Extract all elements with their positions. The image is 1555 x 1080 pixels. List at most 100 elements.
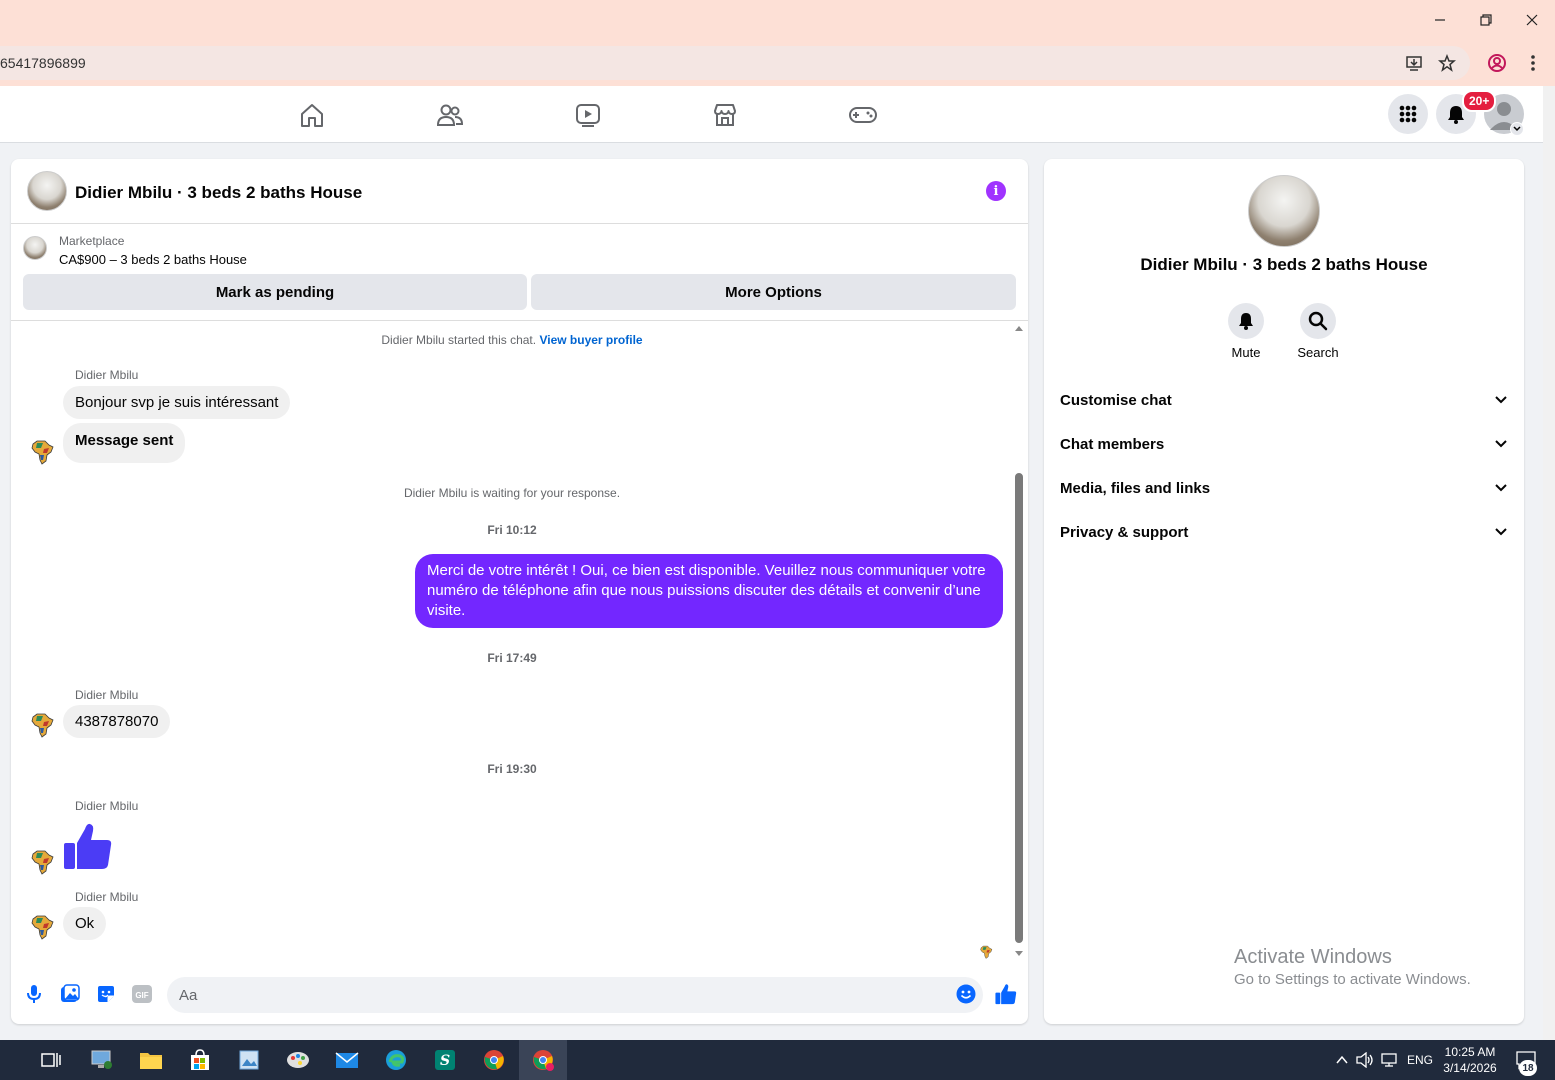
- close-icon[interactable]: [1522, 10, 1542, 30]
- profile-icon[interactable]: [1487, 53, 1507, 73]
- waiting-notice: Didier Mbilu is waiting for your respons…: [403, 486, 621, 500]
- incoming-message[interactable]: Bonjour svp je suis intéressant: [63, 386, 291, 419]
- scroll-down-arrow-icon[interactable]: [1015, 951, 1023, 957]
- listing-title[interactable]: CA$900 – 3 beds 2 baths House: [59, 252, 247, 267]
- mute-button[interactable]: Mute: [1211, 303, 1281, 360]
- sender-name: Didier Mbilu: [75, 688, 139, 702]
- privacy-support-section[interactable]: Privacy & support: [1060, 517, 1508, 547]
- sender-avatar[interactable]: [29, 849, 55, 875]
- computer-app-icon[interactable]: [88, 1046, 116, 1074]
- section-label: Customise chat: [1060, 391, 1172, 409]
- chat-members-section[interactable]: Chat members: [1060, 429, 1508, 459]
- thumbs-up-reaction-icon[interactable]: [63, 821, 113, 871]
- install-app-icon[interactable]: [1404, 53, 1424, 73]
- search-icon: [1300, 303, 1336, 339]
- chevron-down-icon: [1495, 440, 1507, 448]
- gaming-icon[interactable]: [838, 98, 888, 132]
- edge-browser-icon[interactable]: [382, 1046, 410, 1074]
- sender-avatar[interactable]: [29, 914, 55, 940]
- read-receipt-avatar: [980, 945, 993, 959]
- url-text[interactable]: 65417896899: [0, 55, 86, 71]
- browser-title-bar: [0, 0, 1555, 40]
- chat-started-notice: Didier Mbilu started this chat. View buy…: [11, 333, 1013, 347]
- view-buyer-profile-link[interactable]: View buyer profile: [539, 333, 642, 347]
- chrome-profile-1-icon[interactable]: [480, 1046, 508, 1074]
- mail-icon[interactable]: [333, 1046, 361, 1074]
- omnibox[interactable]: 65417896899: [0, 46, 1470, 80]
- outgoing-message[interactable]: Merci de votre intérêt ! Oui, ce bien es…: [415, 554, 1003, 628]
- sticker-icon[interactable]: [95, 983, 117, 1005]
- language-indicator[interactable]: ENG: [1407, 1053, 1433, 1067]
- friends-icon[interactable]: [425, 98, 475, 132]
- search-button[interactable]: Search: [1283, 303, 1353, 360]
- profile-name: Didier Mbilu · 3 beds 2 baths House: [1140, 255, 1428, 274]
- emoji-icon[interactable]: [955, 983, 977, 1005]
- bookmark-star-icon[interactable]: [1437, 53, 1457, 73]
- scroll-up-arrow-icon[interactable]: [1015, 325, 1023, 331]
- marketplace-icon[interactable]: [700, 98, 750, 132]
- clock-time: 10:25 AM: [1444, 1045, 1496, 1059]
- activate-windows-watermark: Activate Windows Go to Settings to activ…: [1234, 946, 1471, 988]
- image-viewer-icon[interactable]: [235, 1046, 263, 1074]
- search-label: Search: [1297, 345, 1339, 360]
- timestamp: Fri 10:12: [487, 523, 537, 537]
- chat-scrollbar-thumb[interactable]: [1015, 473, 1023, 943]
- sender-name: Didier Mbilu: [75, 799, 139, 813]
- sender-avatar[interactable]: [29, 712, 55, 738]
- mute-label: Mute: [1231, 345, 1261, 360]
- timestamp: Fri 19:30: [487, 762, 537, 776]
- info-icon[interactable]: i: [986, 181, 1006, 201]
- incoming-message[interactable]: Ok: [63, 907, 107, 940]
- menu-grid-icon[interactable]: [1388, 94, 1428, 134]
- watermark-title: Activate Windows: [1234, 946, 1392, 968]
- facebook-top-nav: [0, 86, 1543, 143]
- more-options-button[interactable]: More Options: [531, 274, 1016, 310]
- watermark-subtitle: Go to Settings to activate Windows.: [1234, 971, 1471, 988]
- browser-menu-icon[interactable]: [1523, 53, 1543, 73]
- sway-app-icon[interactable]: S: [431, 1046, 459, 1074]
- message-input[interactable]: [167, 977, 983, 1013]
- customise-chat-section[interactable]: Customise chat: [1060, 385, 1508, 415]
- incoming-message[interactable]: 4387878070: [63, 705, 171, 738]
- sender-name: Didier Mbilu: [75, 368, 139, 382]
- incoming-message[interactable]: Message sent: [63, 423, 186, 463]
- minimize-icon[interactable]: [1430, 10, 1450, 30]
- store-icon[interactable]: [186, 1046, 214, 1074]
- windows-taskbar: S ENG 10:25 AM 3/14/2026 18: [0, 1040, 1555, 1080]
- page-scrollbar[interactable]: [1543, 86, 1555, 1040]
- chat-title[interactable]: Didier Mbilu · 3 beds 2 baths House: [75, 183, 362, 203]
- notification-badge: 20+: [1462, 90, 1497, 112]
- volume-icon[interactable]: [1351, 1046, 1379, 1074]
- svg-text:S: S: [440, 1053, 450, 1069]
- chrome-profile-2-icon[interactable]: [529, 1046, 557, 1074]
- media-files-links-section[interactable]: Media, files and links: [1060, 473, 1508, 503]
- mark-as-pending-button[interactable]: Mark as pending: [23, 274, 527, 310]
- paint-app-icon[interactable]: [284, 1046, 312, 1074]
- profile-avatar[interactable]: [1248, 175, 1320, 247]
- system-clock[interactable]: 10:25 AM 3/14/2026: [1436, 1044, 1504, 1076]
- send-like-icon[interactable]: [995, 983, 1017, 1005]
- listing-thumbnail[interactable]: [23, 236, 47, 260]
- photo-icon[interactable]: [59, 983, 81, 1005]
- file-explorer-icon[interactable]: [137, 1046, 165, 1074]
- svg-text:GIF: GIF: [135, 991, 148, 1000]
- account-chevron-down-icon[interactable]: [1510, 122, 1524, 136]
- restore-icon[interactable]: [1476, 10, 1496, 30]
- chevron-down-icon: [1495, 528, 1507, 536]
- sender-name: Didier Mbilu: [75, 890, 139, 904]
- video-icon[interactable]: [563, 98, 613, 132]
- gif-icon[interactable]: GIF: [131, 983, 153, 1005]
- task-view-icon[interactable]: [37, 1046, 65, 1074]
- section-label: Chat members: [1060, 435, 1165, 453]
- chat-avatar[interactable]: [27, 171, 67, 211]
- notification-count-badge: 18: [1519, 1060, 1537, 1076]
- home-icon[interactable]: [287, 98, 337, 132]
- network-icon[interactable]: [1376, 1046, 1404, 1074]
- section-label: Privacy & support: [1060, 523, 1189, 541]
- address-bar-row: 65417896899: [0, 40, 1555, 86]
- divider: [11, 320, 1028, 321]
- chat-scrollbar[interactable]: [1013, 325, 1025, 965]
- sender-avatar[interactable]: [29, 439, 55, 465]
- microphone-icon[interactable]: [23, 983, 45, 1005]
- chevron-down-icon: [1495, 396, 1507, 404]
